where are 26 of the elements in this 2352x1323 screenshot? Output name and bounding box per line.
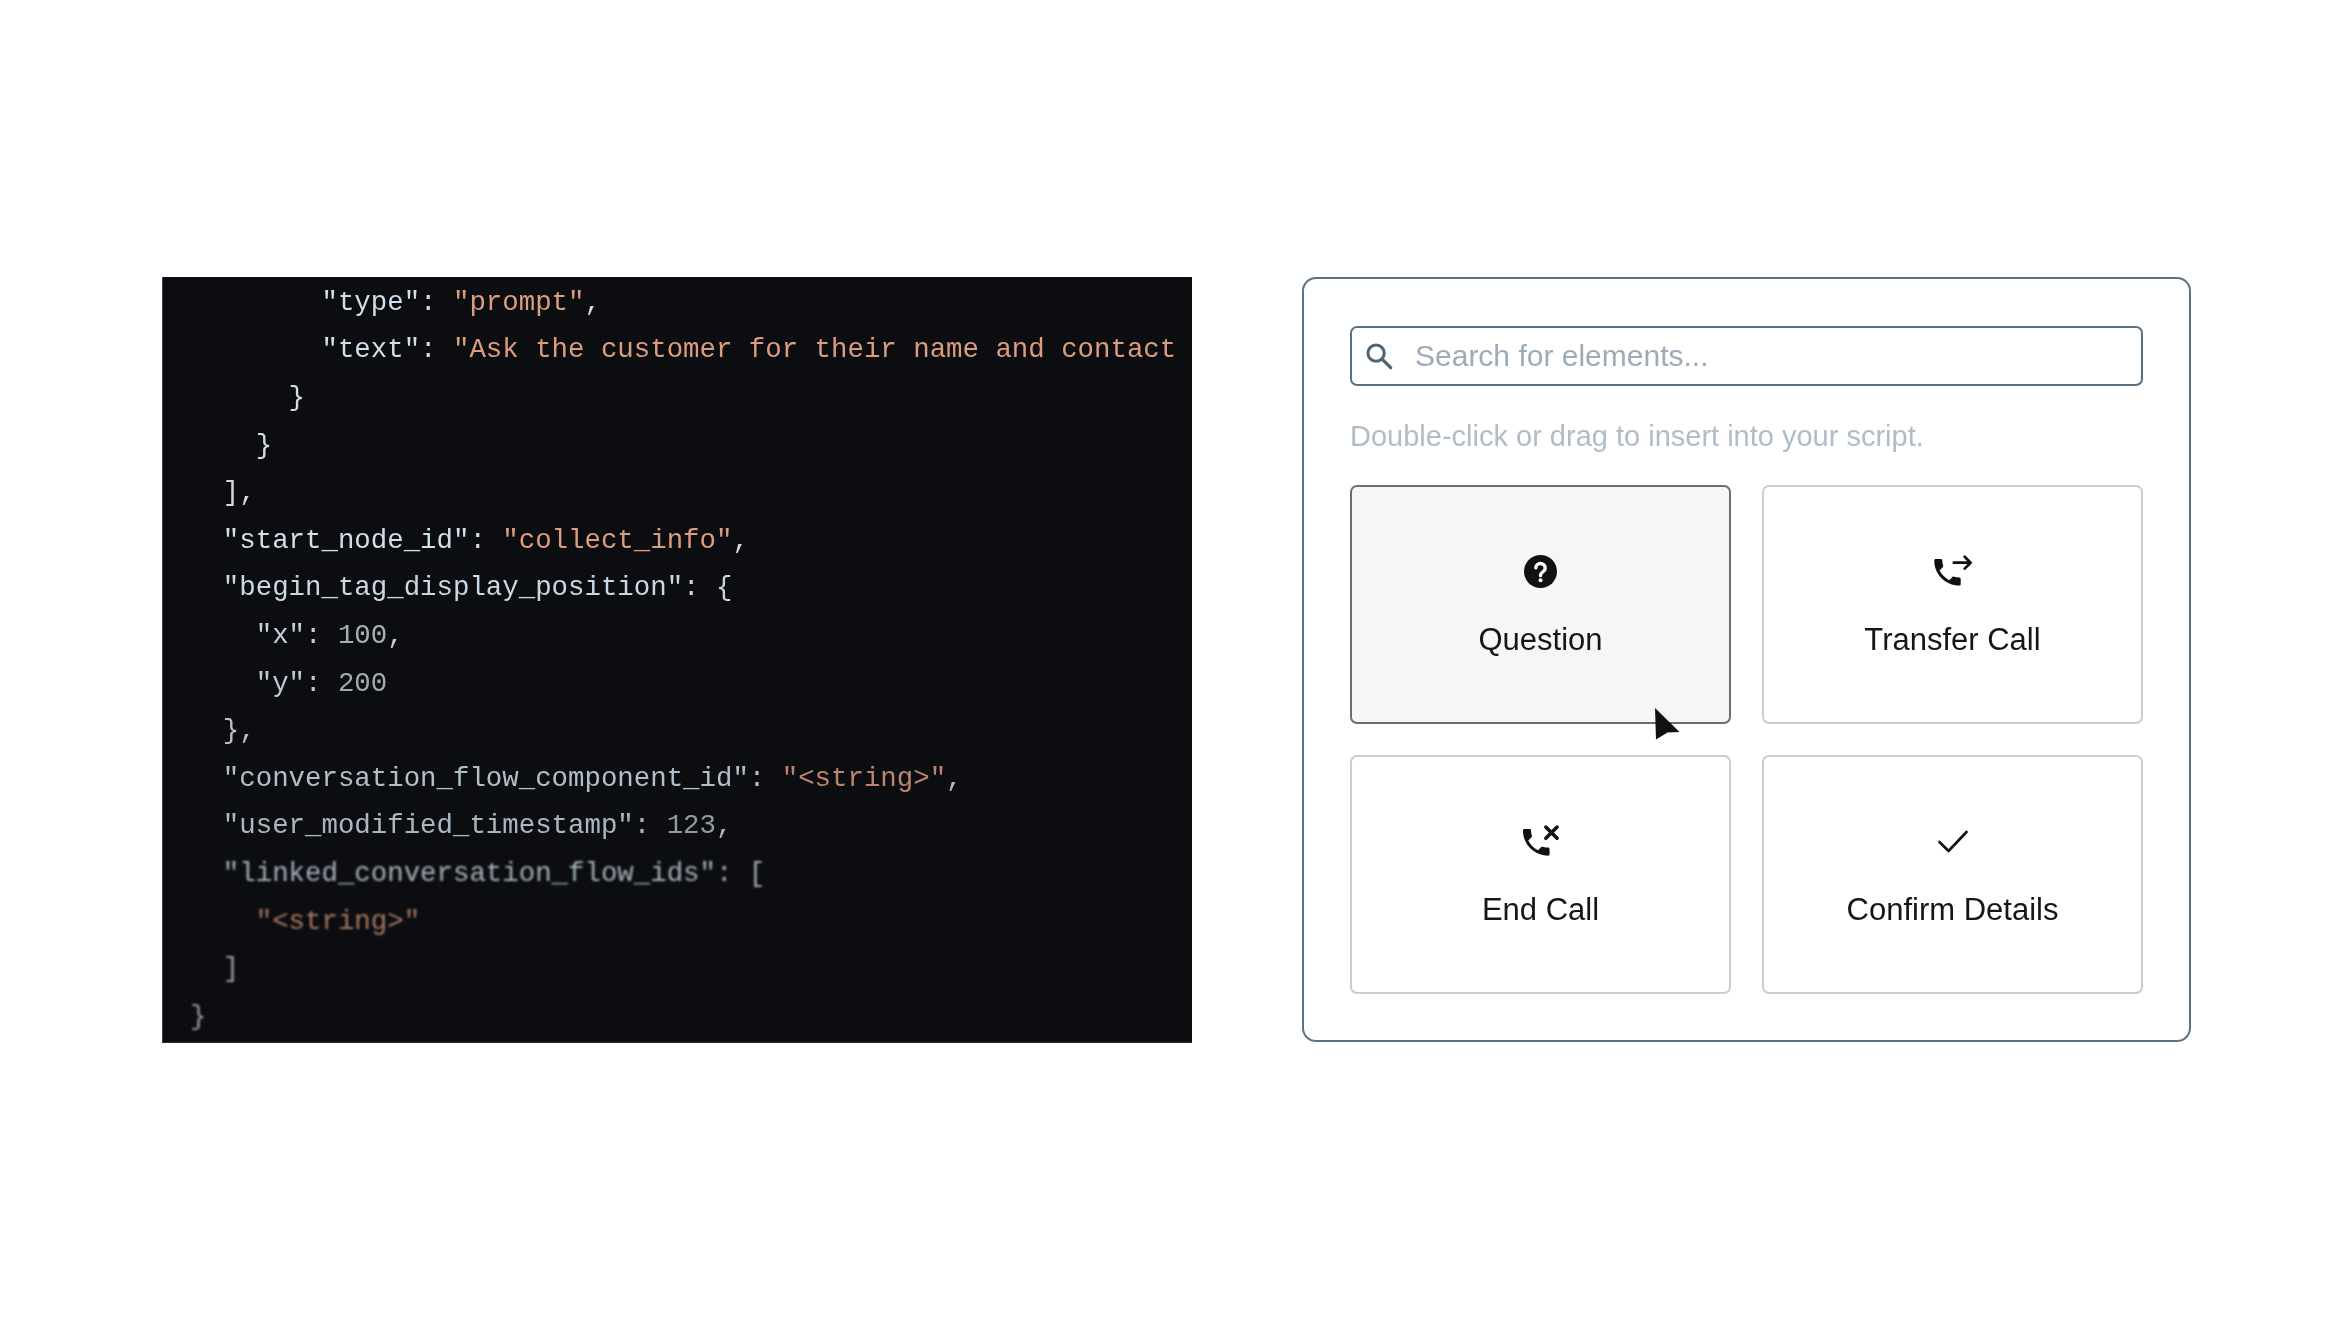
code-line: "conversation_flow_component_id": "<string>", xyxy=(222,761,963,796)
element-card[interactable]: Confirm Details xyxy=(1762,755,2143,994)
code-line: "start_node_id": "collect_info", xyxy=(222,523,749,558)
element-card[interactable]: Question xyxy=(1350,485,1731,724)
code-line: "user_modified_timestamp": 123, xyxy=(222,809,733,844)
code-line: ] xyxy=(222,952,240,987)
cursor-icon xyxy=(1654,707,1680,740)
code-line: } xyxy=(255,428,273,463)
search-field[interactable]: Search for elements... xyxy=(1350,326,2143,386)
code-line: "x": 100, xyxy=(255,618,404,653)
hint-text: Double-click or drag to insert into your script. xyxy=(1350,419,1925,454)
element-card[interactable]: End Call xyxy=(1350,755,1731,994)
code-line: "y": 200 xyxy=(255,666,388,701)
code-line: "<string>" xyxy=(255,904,421,939)
element-card[interactable]: Transfer Call xyxy=(1762,485,2143,724)
checkmark-icon xyxy=(1937,829,1968,853)
code-line: "linked_conversation_flow_ids": [ xyxy=(222,856,766,891)
question-circle-icon xyxy=(1524,554,1557,588)
code-line: "type": "prompt", xyxy=(321,285,601,320)
code-line: }, xyxy=(222,714,256,749)
code-line: "begin_tag_display_position": { xyxy=(222,571,733,606)
search-icon xyxy=(1365,342,1393,370)
code-line: } xyxy=(190,999,207,1034)
code-line: ], xyxy=(222,476,256,511)
code-line: "text": "Ask the customer for their name and contact xyxy=(321,333,1177,368)
code-line: } xyxy=(288,381,306,415)
